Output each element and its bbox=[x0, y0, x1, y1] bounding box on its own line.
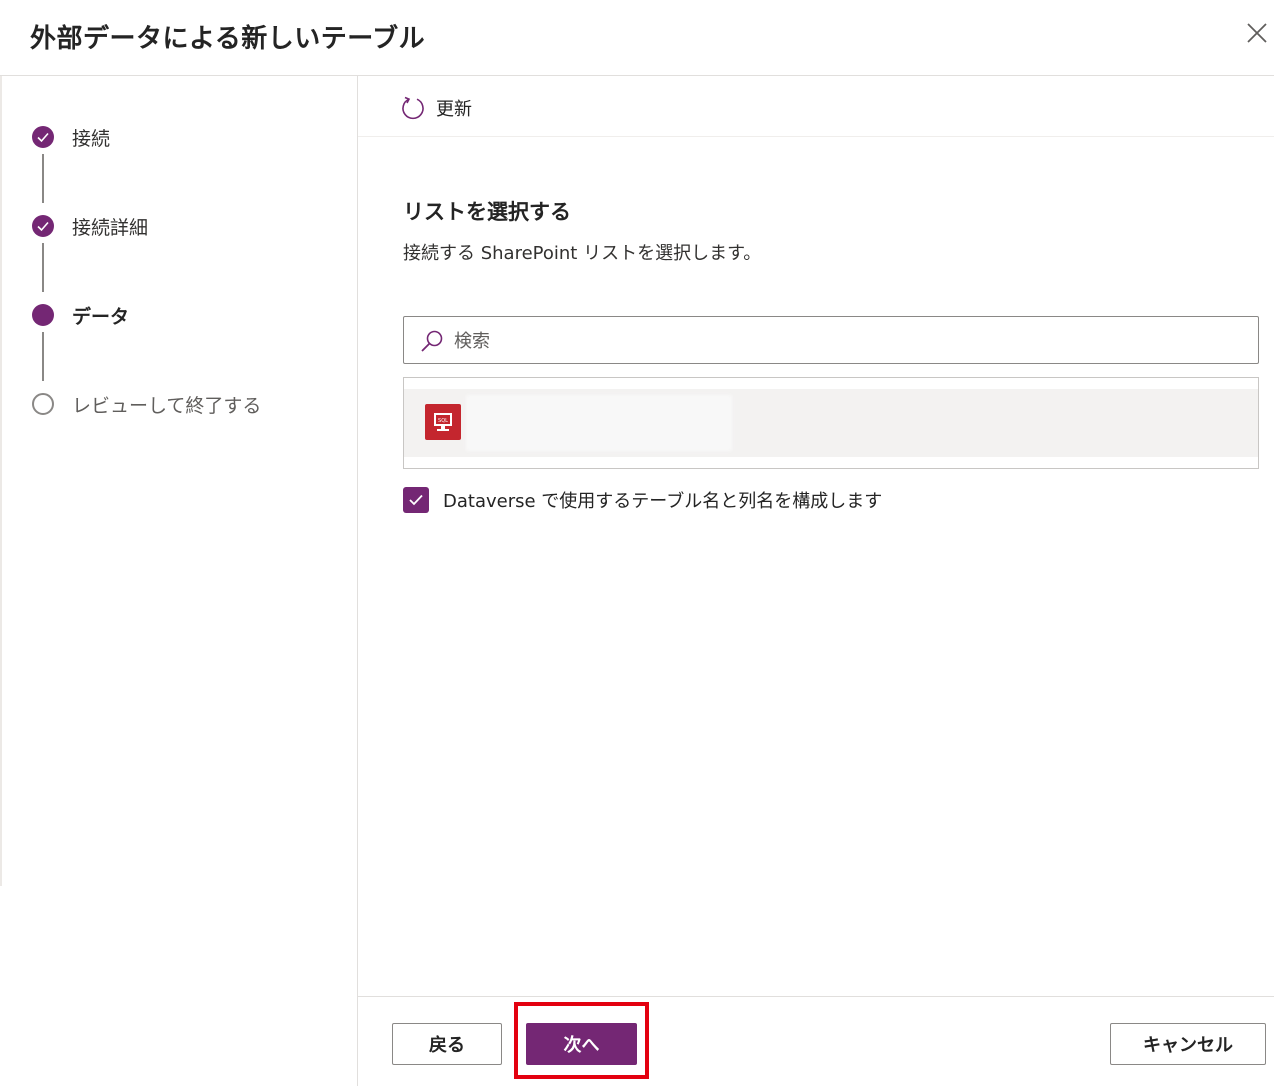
dialog-header: 外部データによる新しいテーブル bbox=[0, 0, 1274, 76]
section-description: 接続する SharePoint リストを選択します。 bbox=[403, 243, 762, 264]
refresh-button[interactable]: 更新 bbox=[400, 93, 472, 123]
list-item[interactable]: SQL bbox=[404, 389, 1258, 457]
search-box[interactable] bbox=[403, 316, 1259, 364]
checkmark-icon bbox=[409, 494, 423, 506]
sql-icon-text: SQL bbox=[438, 418, 448, 424]
step-completed-icon bbox=[32, 215, 54, 237]
dialog-footer: 戻る 次へ キャンセル bbox=[358, 996, 1274, 1087]
new-table-from-external-data-dialog: 外部データによる新しいテーブル 接続 接続詳細 データ レビューして終了する 更… bbox=[0, 0, 1274, 1087]
back-button[interactable]: 戻る bbox=[392, 1023, 502, 1065]
sharepoint-list: SQL bbox=[403, 377, 1259, 469]
checkbox-label: Dataverse で使用するテーブル名と列名を構成します bbox=[443, 491, 883, 512]
close-icon bbox=[1247, 23, 1267, 43]
step-connector bbox=[42, 154, 44, 203]
sql-icon: SQL bbox=[425, 404, 461, 440]
step-connector bbox=[42, 243, 44, 292]
main-panel: 更新 リストを選択する 接続する SharePoint リストを選択します。 S… bbox=[358, 76, 1274, 996]
step-connector bbox=[42, 332, 44, 381]
section-title: リストを選択する bbox=[403, 200, 571, 224]
toolbar: 更新 bbox=[358, 76, 1274, 137]
refresh-icon bbox=[402, 96, 424, 120]
step-current-icon bbox=[32, 304, 54, 326]
wizard-stepper: 接続 接続詳細 データ レビューして終了する bbox=[0, 76, 358, 1086]
step-upcoming-icon bbox=[32, 393, 54, 415]
step-label: レビューして終了する bbox=[72, 395, 262, 417]
configure-names-option[interactable]: Dataverse で使用するテーブル名と列名を構成します bbox=[403, 486, 882, 514]
step-label: 接続 bbox=[72, 128, 111, 150]
dialog-title: 外部データによる新しいテーブル bbox=[30, 24, 426, 54]
cancel-button[interactable]: キャンセル bbox=[1110, 1023, 1266, 1065]
refresh-label: 更新 bbox=[436, 99, 472, 120]
close-button[interactable] bbox=[1246, 22, 1274, 56]
search-icon bbox=[421, 330, 443, 352]
step-label: データ bbox=[72, 306, 130, 328]
step-completed-icon bbox=[32, 126, 54, 148]
next-button[interactable]: 次へ bbox=[526, 1023, 637, 1065]
configure-names-checkbox[interactable] bbox=[403, 487, 429, 513]
list-item-name bbox=[466, 395, 732, 451]
search-input[interactable] bbox=[452, 325, 1246, 357]
step-label: 接続詳細 bbox=[72, 217, 149, 239]
